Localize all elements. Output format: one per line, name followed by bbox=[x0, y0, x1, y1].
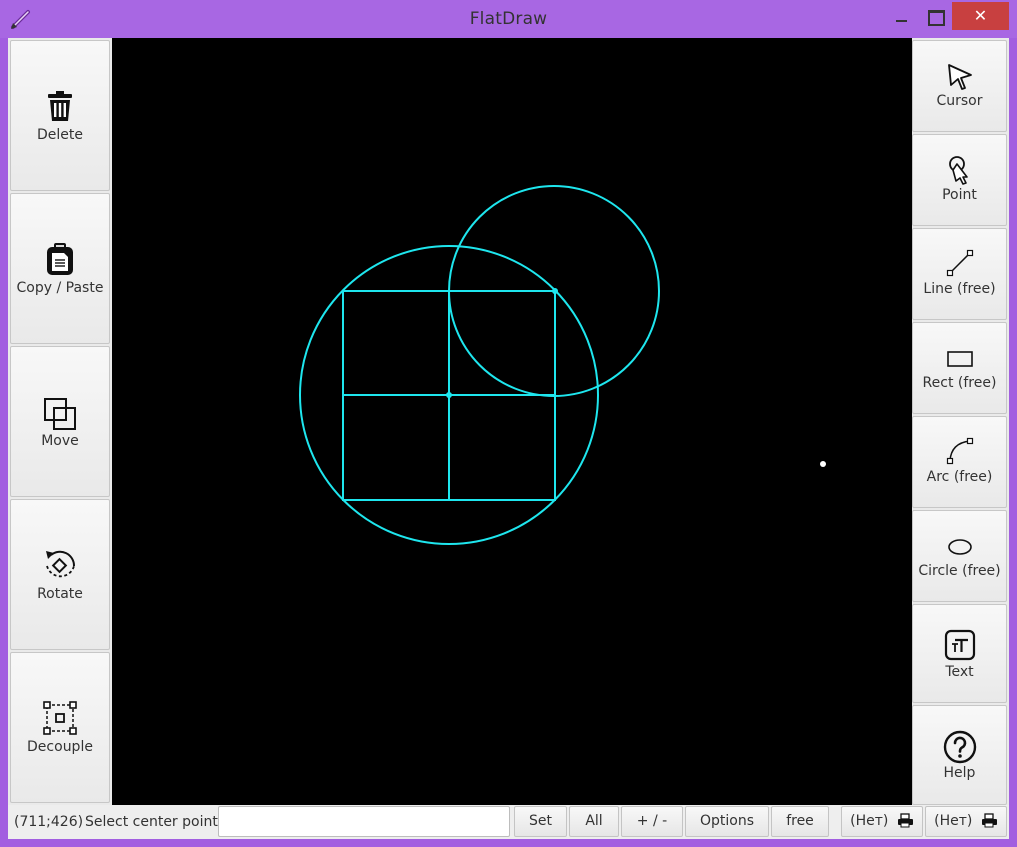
circle-label: Circle (free) bbox=[918, 563, 1001, 579]
cursor-label: Cursor bbox=[936, 93, 983, 109]
text-icon bbox=[944, 629, 975, 661]
minimize-button[interactable] bbox=[884, 2, 918, 30]
trash-icon bbox=[48, 91, 72, 121]
copy-paste-button[interactable]: Copy / Paste bbox=[10, 193, 110, 344]
layer-select-2[interactable]: (Нет) bbox=[925, 806, 1007, 837]
text-tool-button[interactable]: Text bbox=[912, 604, 1007, 703]
mode-free-button[interactable]: free bbox=[771, 806, 829, 837]
all-button[interactable]: All bbox=[569, 806, 619, 837]
close-icon: ✕ bbox=[973, 6, 988, 25]
circle-tool-button[interactable]: Circle (free) bbox=[912, 510, 1007, 602]
move-label: Move bbox=[41, 433, 79, 449]
drawing-canvas[interactable] bbox=[112, 38, 912, 805]
printer-icon bbox=[981, 813, 997, 828]
layer-select-1-label: (Нет) bbox=[850, 813, 889, 829]
left-toolbar: Delete Copy / Paste Move Rotate Decouple bbox=[10, 40, 110, 805]
help-question-icon bbox=[943, 730, 976, 764]
line-tool-button[interactable]: Line (free) bbox=[912, 228, 1007, 320]
arc-tool-button[interactable]: Arc (free) bbox=[912, 416, 1007, 508]
rotate-label: Rotate bbox=[37, 586, 83, 602]
title-bar: FlatDraw ✕ bbox=[0, 0, 1017, 38]
rotate-button[interactable]: Rotate bbox=[10, 499, 110, 650]
decouple-label: Decouple bbox=[27, 739, 93, 755]
maximize-button[interactable] bbox=[918, 2, 952, 30]
rect-label: Rect (free) bbox=[922, 375, 997, 391]
move-button[interactable]: Move bbox=[10, 346, 110, 497]
set-button[interactable]: Set bbox=[514, 806, 567, 837]
rect-tool-button[interactable]: Rect (free) bbox=[912, 322, 1007, 414]
point-label: Point bbox=[942, 187, 977, 203]
delete-label: Delete bbox=[37, 127, 83, 143]
printer-icon bbox=[897, 813, 913, 828]
line-label: Line (free) bbox=[923, 281, 996, 297]
window-title: FlatDraw bbox=[469, 9, 548, 29]
layer-select-1[interactable]: (Нет) bbox=[841, 806, 923, 837]
decouple-button[interactable]: Decouple bbox=[10, 652, 110, 803]
line-icon bbox=[946, 249, 973, 277]
rotate-icon bbox=[46, 550, 76, 578]
coordinates-readout: (711;426) bbox=[14, 814, 84, 830]
command-input[interactable] bbox=[218, 806, 510, 837]
close-button[interactable]: ✕ bbox=[952, 2, 1009, 30]
cursor-tool-button[interactable]: Cursor bbox=[912, 40, 1007, 132]
copy-paste-label: Copy / Paste bbox=[16, 280, 104, 296]
point-tool-button[interactable]: Point bbox=[912, 134, 1007, 226]
help-button[interactable]: Help bbox=[912, 705, 1007, 805]
app-window: Delete Copy / Paste Move Rotate Decouple… bbox=[8, 38, 1009, 839]
corner-point bbox=[552, 288, 558, 294]
center-point bbox=[446, 392, 452, 398]
arc-icon bbox=[946, 437, 973, 465]
drawing-surface[interactable] bbox=[112, 38, 912, 805]
arc-label: Arc (free) bbox=[926, 469, 993, 485]
decouple-icon bbox=[43, 701, 77, 735]
ellipse-icon bbox=[947, 539, 972, 555]
plus-minus-button[interactable]: + / - bbox=[621, 806, 683, 837]
help-label: Help bbox=[943, 765, 976, 781]
layer-select-2-label: (Нет) bbox=[934, 813, 973, 829]
point-pin-icon bbox=[948, 156, 968, 185]
status-bar: (711;426) Select center point Set All + … bbox=[8, 805, 1009, 839]
clipboard-icon bbox=[47, 243, 73, 275]
rectangle-icon bbox=[946, 351, 973, 367]
cursor-point bbox=[820, 461, 826, 467]
move-squares-icon bbox=[44, 398, 76, 430]
text-label: Text bbox=[945, 664, 974, 680]
options-button[interactable]: Options bbox=[685, 806, 769, 837]
cursor-arrow-icon bbox=[947, 64, 972, 90]
right-toolbar: Cursor Point Line (free) Rect (free) Arc… bbox=[912, 40, 1008, 805]
delete-button[interactable]: Delete bbox=[10, 40, 110, 191]
status-message: Select center point bbox=[85, 814, 218, 830]
